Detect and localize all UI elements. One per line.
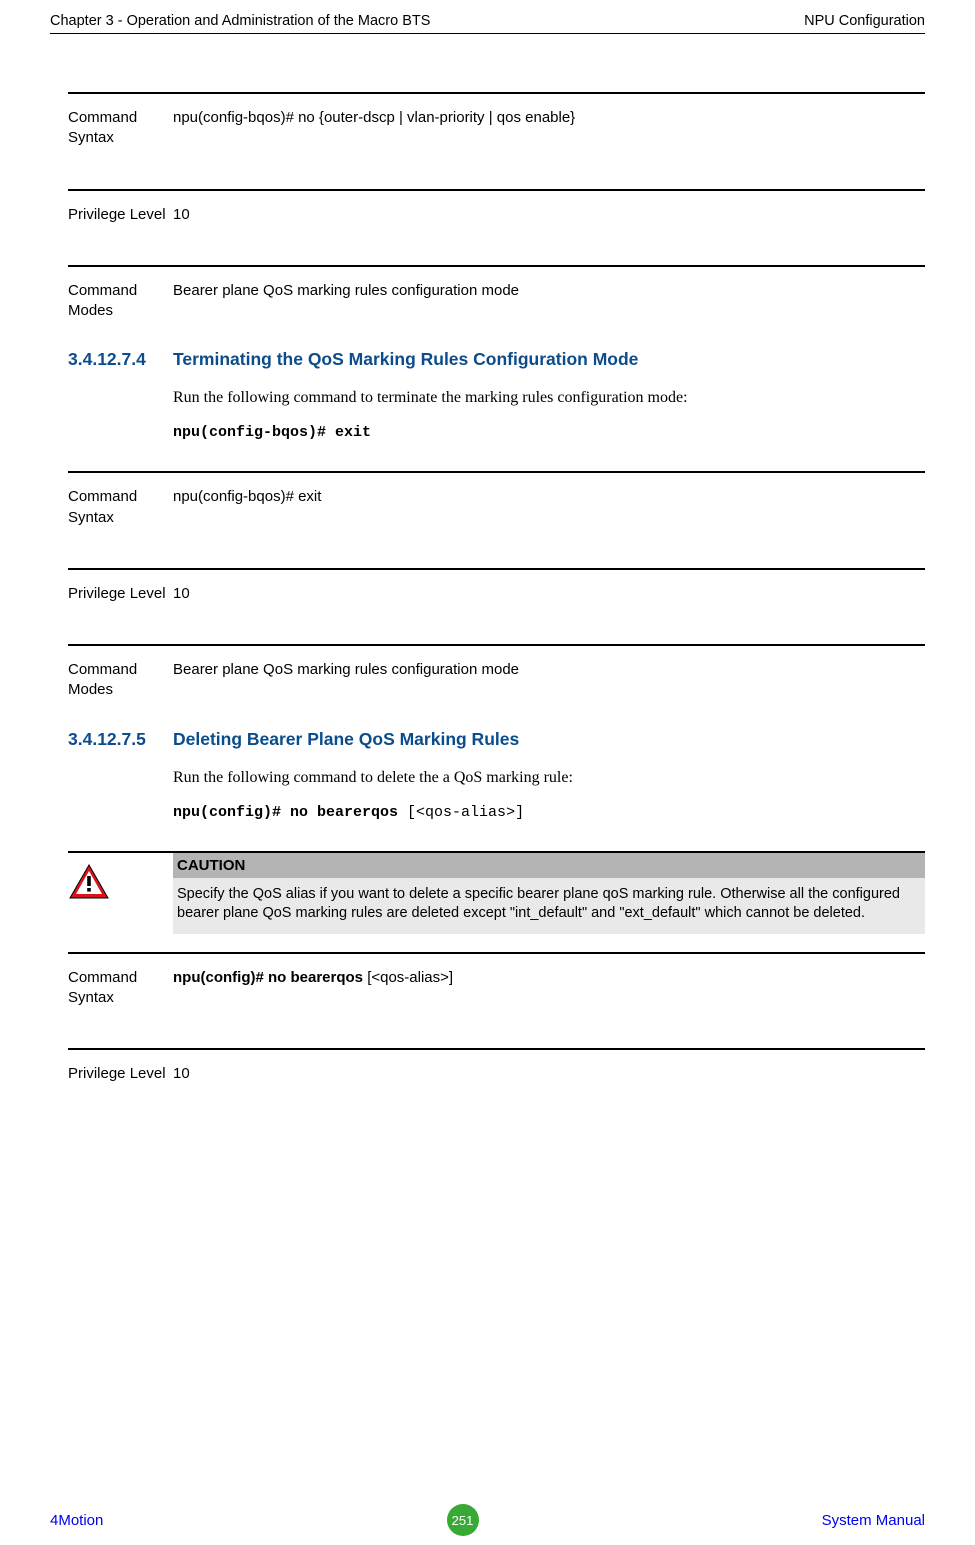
code-bold: npu(config)# no bearerqos	[173, 804, 407, 821]
section-number: 3.4.12.7.4	[68, 349, 173, 370]
def-value: npu(config)# no bearerqos [<qos-alias>]	[173, 968, 925, 1009]
def-value: Bearer plane QoS marking rules configura…	[173, 281, 925, 322]
page-header: Chapter 3 - Operation and Administration…	[50, 13, 925, 34]
footer-left: 4Motion	[50, 1512, 103, 1529]
def-command-syntax-1: Command Syntax npu(config-bqos)# no {out…	[68, 92, 925, 179]
def-value-bold: npu(config)# no bearerqos	[173, 969, 367, 986]
caution-content: CAUTION Specify the QoS alias if you wan…	[173, 853, 925, 934]
body-text: Run the following command to terminate t…	[173, 386, 925, 410]
def-label: Privilege Level	[68, 1064, 173, 1084]
caution-title: CAUTION	[173, 853, 925, 878]
def-value: Bearer plane QoS marking rules configura…	[173, 660, 925, 701]
def-privilege-level-1: Privilege Level 10	[68, 189, 925, 255]
def-label: Privilege Level	[68, 584, 173, 604]
def-privilege-level-2: Privilege Level 10	[68, 568, 925, 634]
def-value-plain: [<qos-alias>]	[367, 969, 453, 986]
section-number: 3.4.12.7.5	[68, 729, 173, 750]
def-command-modes-2: Command Modes Bearer plane QoS marking r…	[68, 644, 925, 719]
def-label: Command Modes	[68, 281, 173, 322]
def-label: Command Syntax	[68, 487, 173, 528]
section-heading-2: 3.4.12.7.5 Deleting Bearer Plane QoS Mar…	[68, 729, 925, 750]
def-value: npu(config-bqos)# exit	[173, 487, 925, 528]
def-label: Privilege Level	[68, 205, 173, 225]
def-label: Command Syntax	[68, 968, 173, 1009]
code-line: npu(config-bqos)# exit	[173, 424, 925, 441]
body-text: Run the following command to delete the …	[173, 766, 925, 790]
def-value: npu(config-bqos)# no {outer-dscp | vlan-…	[173, 108, 925, 149]
def-command-syntax-3: Command Syntax npu(config)# no bearerqos…	[68, 952, 925, 1039]
def-command-modes-1: Command Modes Bearer plane QoS marking r…	[68, 265, 925, 340]
page-number: 251	[452, 1513, 474, 1528]
def-privilege-level-3: Privilege Level 10	[68, 1048, 925, 1114]
def-value: 10	[173, 584, 925, 604]
section-title: Terminating the QoS Marking Rules Config…	[173, 349, 638, 370]
section-title: Deleting Bearer Plane QoS Marking Rules	[173, 729, 519, 750]
page-footer: 4Motion 251 System Manual	[0, 1495, 975, 1545]
def-value: 10	[173, 1064, 925, 1084]
def-label: Command Syntax	[68, 108, 173, 149]
footer-right: System Manual	[822, 1512, 925, 1529]
def-label: Command Modes	[68, 660, 173, 701]
code-arg: [<qos-alias>]	[407, 804, 524, 821]
code-line: npu(config)# no bearerqos [<qos-alias>]	[173, 804, 925, 821]
footer-center: 251	[447, 1504, 479, 1536]
caution-icon	[68, 863, 110, 901]
caution-block: CAUTION Specify the QoS alias if you wan…	[68, 851, 925, 934]
def-value: 10	[173, 205, 925, 225]
page-number-circle: 251	[447, 1504, 479, 1536]
section-heading-1: 3.4.12.7.4 Terminating the QoS Marking R…	[68, 349, 925, 370]
header-right: NPU Configuration	[804, 13, 925, 29]
caution-icon-cell	[68, 853, 173, 934]
def-command-syntax-2: Command Syntax npu(config-bqos)# exit	[68, 471, 925, 558]
header-left: Chapter 3 - Operation and Administration…	[50, 13, 430, 29]
caution-body: Specify the QoS alias if you want to del…	[173, 878, 925, 934]
